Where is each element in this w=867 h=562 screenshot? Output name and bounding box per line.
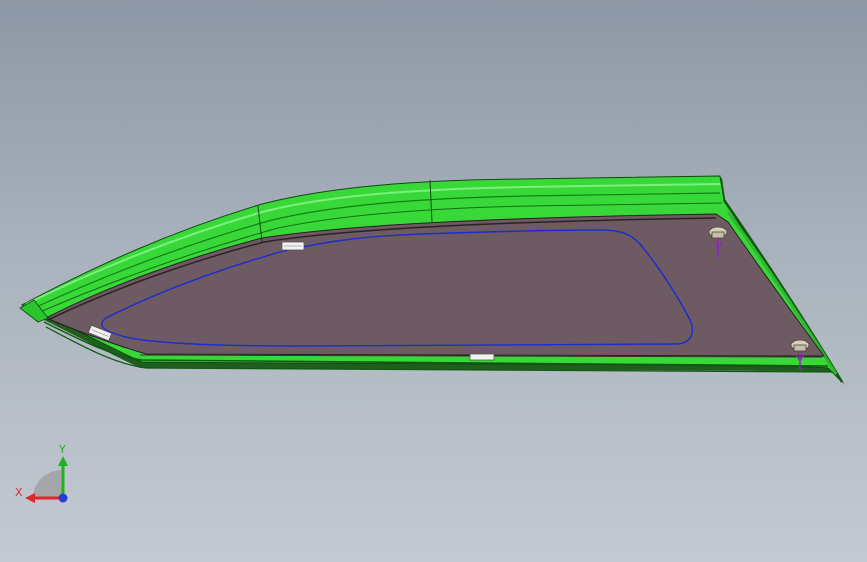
- y-axis-label: Y: [59, 443, 66, 456]
- z-axis-dot: [58, 493, 68, 503]
- axis-triad: [25, 456, 68, 503]
- triad-plane: [33, 470, 63, 498]
- cad-viewport[interactable]: Y X: [0, 0, 867, 562]
- y-axis-arrow: [58, 456, 68, 466]
- quarter-window-model[interactable]: [0, 0, 867, 562]
- glass-pane: [44, 213, 825, 357]
- x-axis-label: X: [15, 486, 23, 499]
- x-axis-arrow: [25, 493, 35, 503]
- mounting-pad: [469, 353, 495, 361]
